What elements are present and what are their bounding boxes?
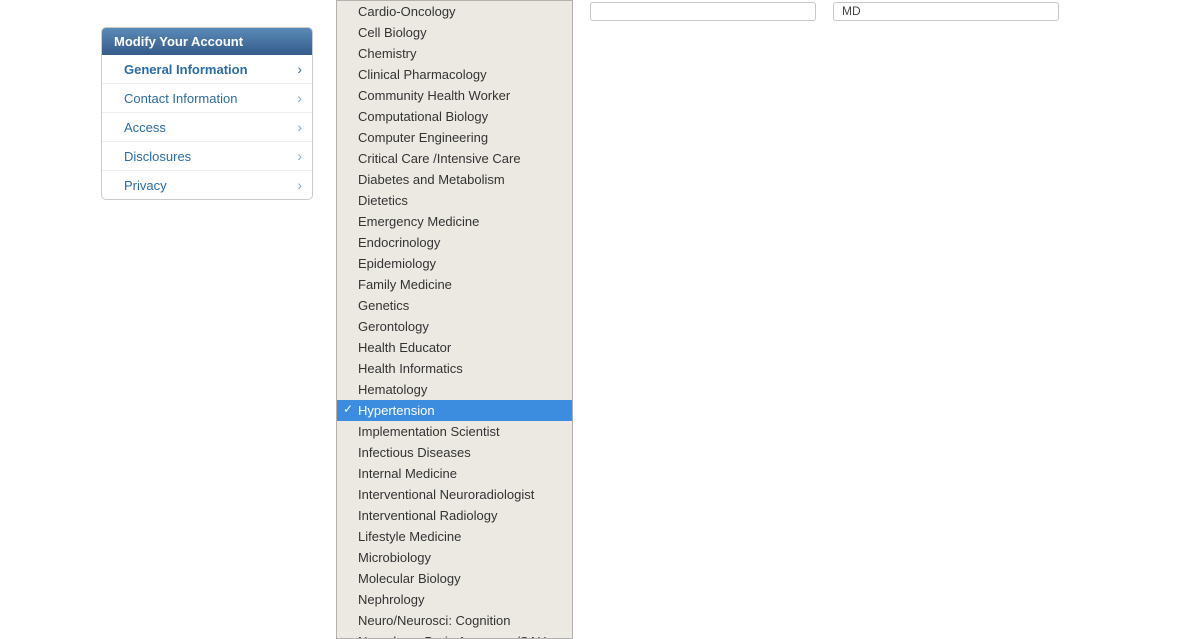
dropdown-option[interactable]: Infectious Diseases: [337, 442, 572, 463]
dropdown-option[interactable]: Clinical Pharmacology: [337, 64, 572, 85]
dropdown-option[interactable]: Genetics: [337, 295, 572, 316]
chevron-right-icon: ›: [297, 148, 302, 164]
specialty-dropdown[interactable]: Cardio-OncologyCell BiologyChemistryClin…: [336, 0, 573, 639]
dropdown-option[interactable]: Diabetes and Metabolism: [337, 169, 572, 190]
sidebar-header: Modify Your Account: [102, 28, 312, 55]
dropdown-option[interactable]: Family Medicine: [337, 274, 572, 295]
dropdown-option[interactable]: Health Informatics: [337, 358, 572, 379]
dropdown-option[interactable]: Cardio-Oncology: [337, 1, 572, 22]
sidebar-item-label: Access: [124, 120, 166, 135]
dropdown-option[interactable]: Neuro/Neurosci: Cognition: [337, 610, 572, 631]
dropdown-option[interactable]: Cell Biology: [337, 22, 572, 43]
dropdown-option[interactable]: Interventional Neuroradiologist: [337, 484, 572, 505]
dropdown-option[interactable]: Implementation Scientist: [337, 421, 572, 442]
sidebar-item-general-information[interactable]: General Information ›: [102, 55, 312, 83]
sidebar-item-disclosures[interactable]: Disclosures ›: [102, 141, 312, 170]
sidebar-item-privacy[interactable]: Privacy ›: [102, 170, 312, 199]
dropdown-option[interactable]: Molecular Biology: [337, 568, 572, 589]
dropdown-option[interactable]: Health Educator: [337, 337, 572, 358]
sidebar-item-access[interactable]: Access ›: [102, 112, 312, 141]
dropdown-option[interactable]: Emergency Medicine: [337, 211, 572, 232]
select-field-2[interactable]: MD: [833, 2, 1059, 21]
chevron-right-icon: ›: [297, 119, 302, 135]
chevron-right-icon: ›: [297, 177, 302, 193]
dropdown-option[interactable]: Community Health Worker: [337, 85, 572, 106]
dropdown-option[interactable]: Epidemiology: [337, 253, 572, 274]
dropdown-option[interactable]: Endocrinology: [337, 232, 572, 253]
dropdown-option[interactable]: Nephrology: [337, 589, 572, 610]
sidebar-item-label: Privacy: [124, 178, 167, 193]
sidebar-item-contact-information[interactable]: Contact Information ›: [102, 83, 312, 112]
dropdown-option[interactable]: Lifestyle Medicine: [337, 526, 572, 547]
dropdown-option[interactable]: Chemistry: [337, 43, 572, 64]
dropdown-option[interactable]: Microbiology: [337, 547, 572, 568]
dropdown-option[interactable]: Internal Medicine: [337, 463, 572, 484]
sidebar-item-label: General Information: [124, 62, 248, 77]
sidebar-item-label: Contact Information: [124, 91, 237, 106]
dropdown-option[interactable]: Gerontology: [337, 316, 572, 337]
sidebar-panel: Modify Your Account General Information ›…: [101, 27, 313, 200]
dropdown-option[interactable]: Computer Engineering: [337, 127, 572, 148]
dropdown-option[interactable]: Neurology: Brain Aneurysm/SAH: [337, 631, 572, 639]
select-field-1[interactable]: [590, 2, 816, 21]
dropdown-option[interactable]: Computational Biology: [337, 106, 572, 127]
dropdown-option[interactable]: Interventional Radiology: [337, 505, 572, 526]
chevron-right-icon: ›: [297, 90, 302, 106]
dropdown-option[interactable]: Critical Care /Intensive Care: [337, 148, 572, 169]
sidebar-item-label: Disclosures: [124, 149, 191, 164]
dropdown-option[interactable]: Hematology: [337, 379, 572, 400]
chevron-right-icon: ›: [297, 61, 302, 77]
dropdown-option[interactable]: Dietetics: [337, 190, 572, 211]
dropdown-option[interactable]: Hypertension: [337, 400, 572, 421]
